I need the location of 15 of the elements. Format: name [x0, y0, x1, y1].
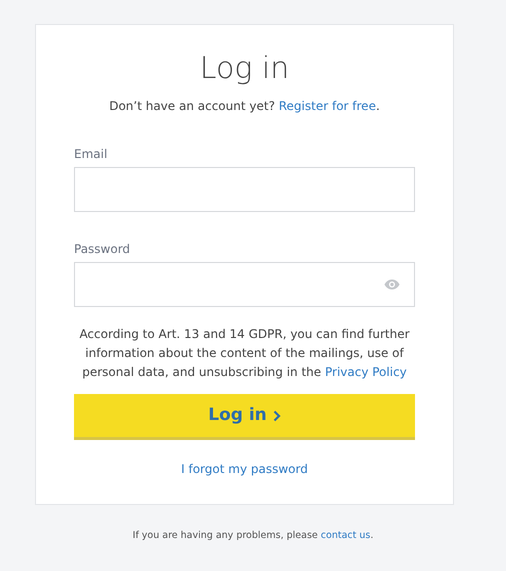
login-button[interactable]: Log in [74, 394, 415, 440]
chevron-icon [272, 410, 281, 422]
help-text: If you are having any problems, please contact us. [132, 529, 374, 543]
field-label: Email [74, 146, 108, 163]
forgot-password-link[interactable]: I forgot my password [74, 460, 415, 478]
register-prompt: Don’t have an account yet? Register for free. [108, 98, 381, 115]
password-field[interactable] [74, 262, 415, 307]
eye-icon[interactable] [384, 279, 400, 290]
privacy-policy-link[interactable]: Privacy Policy [324, 365, 407, 379]
field-label: Password [74, 241, 130, 258]
email-field[interactable] [74, 167, 415, 212]
contact-link[interactable]: contact us [320, 530, 370, 541]
page-title: Log in [198, 51, 290, 87]
privacy-notice: According to Art. 13 and 14 GDPR, you can find further information about the content of the mailings, use of personal data, and unsubscribing in the Privacy Policy [78, 326, 411, 381]
register-link[interactable]: Register for free [278, 99, 376, 113]
